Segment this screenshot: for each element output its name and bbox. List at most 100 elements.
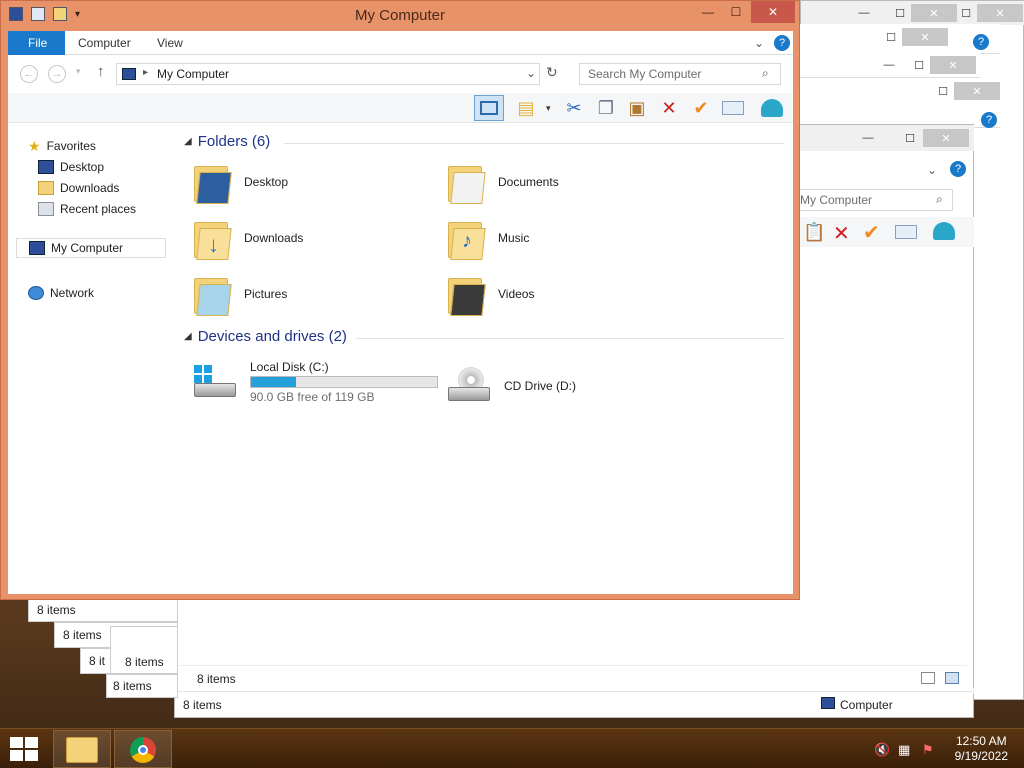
large-minimize-button[interactable]: —	[855, 129, 881, 147]
recent-locations-icon[interactable]: ▾	[76, 66, 81, 77]
drive-d[interactable]: CD Drive (D:)	[446, 358, 576, 414]
folder-music[interactable]: ♪ Music	[448, 214, 529, 262]
nav-my-computer[interactable]: My Computer	[16, 238, 166, 258]
drive-c-label: Local Disk (C:)	[250, 360, 329, 374]
breadcrumb-separator-icon[interactable]: ▸	[143, 67, 148, 78]
refresh-icon[interactable]: ↻	[546, 64, 558, 81]
bg-maximize-button[interactable]: ☐	[887, 4, 913, 22]
checkmark-icon[interactable]: ✔	[689, 96, 713, 120]
clock[interactable]: 12:50 AM 9/19/2022	[955, 734, 1008, 764]
folder-documents[interactable]: Documents	[448, 158, 559, 206]
tab-computer[interactable]: Computer	[64, 31, 145, 55]
network-status-icon[interactable]: ▦	[898, 742, 910, 758]
delete-icon[interactable]: ✕	[657, 96, 681, 120]
folder-downloads-icon: ↓	[194, 216, 232, 260]
chevron-down-icon[interactable]: ⌄	[927, 163, 937, 177]
shell-icon[interactable]	[760, 96, 784, 120]
title-bar[interactable]: ▾ My Computer — ☐ ✕	[1, 1, 799, 31]
drive-c-usage-fill	[251, 377, 297, 387]
search-icon[interactable]: ⌕	[762, 66, 769, 81]
nav-downloads-label: Downloads	[60, 181, 120, 195]
bg2-close-button[interactable]: ✕	[902, 28, 948, 46]
folder-videos[interactable]: Videos	[448, 270, 534, 318]
paste-icon[interactable]: 📋	[803, 222, 825, 243]
chevron-down-icon[interactable]: ⌄	[754, 36, 764, 50]
command-toolbar: ▤ ▾ ✂ ❐ ▣ ✕ ✔	[8, 93, 793, 123]
search-box[interactable]: Search My Computer ⌕	[579, 63, 781, 85]
folder-documents-label: Documents	[498, 175, 559, 189]
help-icon[interactable]: ?	[981, 112, 997, 128]
bg-window-3: — ☐ ✕	[800, 52, 980, 78]
bg4-maximize-button[interactable]: ☐	[930, 82, 956, 100]
bg-close-button[interactable]: ✕	[911, 4, 957, 22]
taskbar-chrome[interactable]	[114, 730, 172, 768]
help-icon[interactable]: ?	[950, 161, 966, 177]
tab-view[interactable]: View	[143, 31, 197, 55]
tiles-view-icon[interactable]	[945, 672, 959, 684]
address-text[interactable]: My Computer	[157, 67, 229, 81]
help-icon[interactable]: ?	[973, 34, 989, 50]
preview-pane-icon[interactable]	[474, 95, 504, 121]
folder-desktop[interactable]: Desktop	[194, 158, 288, 206]
drive-c[interactable]: Local Disk (C:) 90.0 GB free of 119 GB	[192, 354, 438, 410]
cut-icon[interactable]: ✂	[562, 96, 586, 120]
help-icon[interactable]: ?	[774, 35, 790, 51]
up-arrow-icon[interactable]: ↑	[97, 63, 105, 80]
forward-button[interactable]: →	[48, 65, 66, 83]
bg2-maximize-button[interactable]: ☐	[878, 28, 904, 46]
volume-muted-icon[interactable]: 🔇	[874, 742, 890, 758]
chevron-down-icon[interactable]: ▾	[546, 103, 551, 114]
bg3-minimize-button[interactable]: —	[876, 56, 902, 74]
bg-maximize-button-2[interactable]: ☐	[953, 4, 979, 22]
nav-desktop[interactable]: Desktop	[38, 158, 104, 176]
folder-pictures[interactable]: Pictures	[194, 270, 287, 318]
start-button[interactable]	[10, 737, 38, 761]
address-row: ← → ▾ ↑ ▸ My Computer ⌄ ↻ Search My Comp…	[8, 55, 793, 91]
folders-group-header[interactable]: ◢ Folders (6)	[184, 133, 270, 150]
folder-pictures-icon	[194, 272, 232, 316]
back-button[interactable]: ←	[20, 65, 38, 83]
collapse-arrow-icon[interactable]: ◢	[184, 331, 192, 342]
details-view-icon[interactable]	[921, 672, 935, 684]
large-maximize-button[interactable]: ☐	[897, 129, 923, 147]
bg4-close-button[interactable]: ✕	[954, 82, 1000, 100]
paste-icon[interactable]: ▣	[625, 96, 649, 120]
folder-videos-icon	[448, 272, 486, 316]
folder-pictures-label: Pictures	[244, 287, 288, 301]
computer-icon	[821, 697, 835, 709]
drive-c-usage-bar	[250, 376, 438, 388]
open-folder-icon[interactable]: ▤	[514, 96, 538, 120]
rename-icon[interactable]	[895, 225, 917, 239]
tab-file[interactable]: File	[8, 31, 65, 55]
search-icon[interactable]: ⌕	[936, 192, 943, 207]
bg-close-button-2[interactable]: ✕	[977, 4, 1023, 22]
folder-downloads[interactable]: ↓ Downloads	[194, 214, 303, 262]
address-bar[interactable]: ▸ My Computer ⌄	[116, 63, 540, 85]
shell-icon[interactable]	[933, 222, 955, 240]
nav-favorites[interactable]: ★ Favorites	[28, 137, 96, 155]
rename-icon[interactable]	[721, 96, 745, 120]
stacked-status-c: 8 it	[89, 654, 106, 668]
collapse-arrow-icon[interactable]: ◢	[184, 136, 192, 147]
taskbar-file-explorer[interactable]	[53, 730, 111, 768]
checkmark-icon[interactable]: ✔	[863, 220, 880, 245]
large-close-button[interactable]: ✕	[923, 129, 969, 147]
chevron-down-icon[interactable]: ⌄	[526, 66, 536, 80]
devices-group-header[interactable]: ◢ Devices and drives (2)	[184, 328, 347, 345]
inner-status-count: 8 items	[197, 672, 236, 686]
delete-icon[interactable]: ✕	[833, 221, 850, 246]
bg-search-box[interactable]: My Computer ⌕	[795, 189, 953, 211]
maximize-button[interactable]: ☐	[723, 1, 749, 23]
minimize-button[interactable]: —	[695, 1, 721, 23]
nav-downloads[interactable]: Downloads	[38, 179, 119, 197]
action-center-icon[interactable]: ⚑	[922, 742, 934, 758]
nav-recent[interactable]: Recent places	[38, 200, 136, 218]
bg3-close-button[interactable]: ✕	[930, 56, 976, 74]
bg3-maximize-button[interactable]: ☐	[906, 56, 932, 74]
status-bar: 8 items Computer	[175, 691, 973, 717]
nav-network[interactable]: Network	[28, 284, 94, 302]
close-button[interactable]: ✕	[751, 1, 795, 23]
copy-icon[interactable]: ❐	[594, 96, 618, 120]
bg-minimize-button[interactable]: —	[851, 4, 877, 22]
nav-recent-label: Recent places	[60, 202, 137, 216]
